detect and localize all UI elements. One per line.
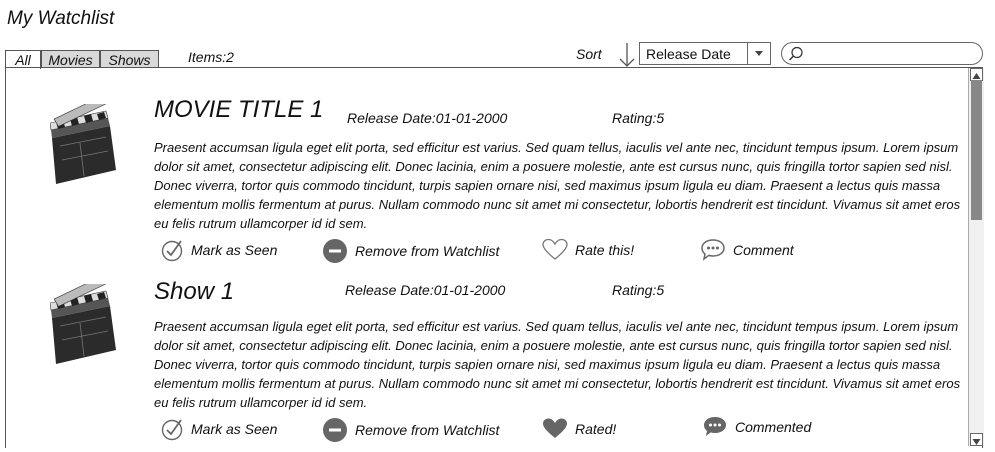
list-item: Show 1 Release Date:01-01-2000 Rating:5 …: [6, 248, 966, 442]
mark-as-seen-button[interactable]: Mark as Seen: [160, 417, 277, 441]
item-description: Praesent accumsan ligula eget elit porta…: [154, 140, 961, 231]
item-description: Praesent accumsan ligula eget elit porta…: [154, 319, 961, 410]
list-item: MOVIE TITLE 1 Release Date:01-01-2000 Ra…: [6, 68, 966, 263]
minus-circle-icon: [323, 418, 347, 442]
scroll-down-button[interactable]: [970, 433, 983, 446]
search-icon: [789, 46, 803, 61]
sort-selected-value: Release Date: [646, 46, 731, 62]
sort-dropdown[interactable]: Release Date: [639, 42, 771, 65]
chevron-down-icon: [972, 439, 981, 445]
item-title: MOVIE TITLE 1: [154, 96, 324, 123]
mark-as-seen-label: Mark as Seen: [191, 421, 278, 437]
heart-filled-icon: [543, 418, 567, 438]
rated-button[interactable]: Rated!: [542, 417, 616, 441]
item-title: Show 1: [154, 278, 235, 305]
rating: Rating:5: [612, 282, 665, 298]
clapperboard-icon: [50, 104, 116, 184]
arrow-down-icon[interactable]: [618, 42, 636, 68]
scroll-thumb[interactable]: [971, 80, 982, 220]
vertical-scrollbar[interactable]: [968, 68, 984, 446]
remove-label: Remove from Watchlist: [355, 422, 500, 438]
items-count: Items:2: [188, 49, 234, 65]
remove-from-watchlist-button[interactable]: Remove from Watchlist: [322, 417, 499, 443]
check-circle-icon: [161, 419, 183, 441]
tab-movies[interactable]: Movies: [41, 50, 100, 68]
sort-label: Sort: [576, 46, 602, 62]
commented-label: Commented: [735, 419, 812, 435]
release-date: Release Date:01-01-2000: [345, 282, 506, 298]
page-title: My Watchlist: [7, 8, 115, 29]
search-input[interactable]: [781, 42, 983, 65]
watchlist-panel: MOVIE TITLE 1 Release Date:01-01-2000 Ra…: [5, 67, 983, 448]
release-date: Release Date:01-01-2000: [347, 110, 508, 126]
dropdown-button[interactable]: [747, 43, 770, 64]
commented-button[interactable]: Commented: [702, 415, 811, 439]
chevron-down-icon: [755, 51, 763, 56]
tab-shows[interactable]: Shows: [100, 50, 159, 68]
rating: Rating:5: [612, 110, 665, 126]
clapperboard-icon: [50, 284, 116, 364]
rated-label: Rated!: [575, 421, 617, 437]
speech-bubble-icon: [704, 417, 726, 436]
